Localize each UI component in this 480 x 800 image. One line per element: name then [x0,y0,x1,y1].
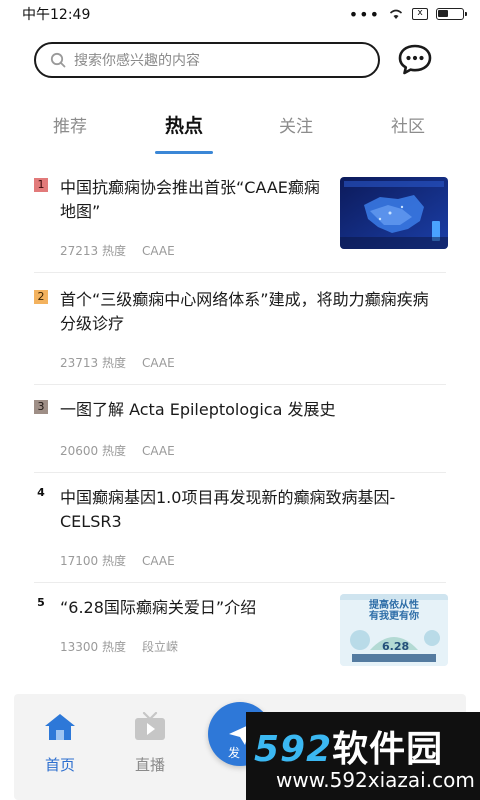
list-divider [34,384,446,385]
list-divider [34,582,446,583]
rank-badge: 1 [34,178,48,192]
feed-item[interactable]: 4 中国癫痫基因1.0项目再发现新的癫痫致病基因- CELSR3 17100 热… [0,482,480,580]
active-tab-indicator [155,151,213,154]
feed-item[interactable]: 1 中国抗癫痫协会推出首张“CAAE癫痫 地图” 27213 热度 CAAE [0,170,480,272]
watermark-brand: 592软件园 [254,729,444,770]
site-watermark: 592软件园 www.592xiazai.com [246,712,480,800]
battery-icon [436,8,467,20]
nav-home[interactable]: 首页 [30,712,90,775]
feed-item-meta: 13300 热度 段立嵘 [60,638,178,655]
feed-item-meta: 17100 热度 CAAE [60,552,175,569]
status-icons: ••• x [348,4,467,24]
source-name: CAAE [142,444,175,458]
search-row: 搜索你感兴趣的内容 [0,40,480,82]
rank-badge: 2 [34,290,48,304]
watermark-url: www.592xiazai.com [276,768,475,792]
feed-item[interactable]: 5 “6.28国际癫痫关爱日”介绍 13300 热度 段立嵘 提高依从性 有我更有… [0,592,480,672]
feed-item-meta: 27213 热度 CAAE [60,242,175,259]
heat-count: 27213 热度 [60,244,126,258]
feed-item-meta: 20600 热度 CAAE [60,442,175,459]
status-time: 中午12:49 [22,7,91,23]
category-tabs: 推荐 热点 关注 社区 [0,100,480,156]
tab-community[interactable]: 社区 [391,112,425,137]
heat-count: 20600 热度 [60,444,126,458]
source-name: 段立嵘 [142,640,179,654]
source-name: CAAE [142,554,175,568]
message-button[interactable] [396,42,434,78]
chat-bubble-icon [398,44,432,75]
feed-item-title: 中国抗癫痫协会推出首张“CAAE癫痫 地图” [60,178,320,221]
search-input[interactable]: 搜索你感兴趣的内容 [34,42,380,78]
feed-item[interactable]: 3 一图了解 Acta Epileptologica 发展史 20600 热度 C… [0,394,480,470]
source-name: CAAE [142,356,175,370]
tab-recommend[interactable]: 推荐 [53,112,87,137]
home-icon [45,714,75,740]
heat-count: 23713 热度 [60,356,126,370]
feed-item-meta: 23713 热度 CAAE [60,354,175,371]
nav-live[interactable]: 直播 [120,711,180,775]
feed-item-title: 首个“三级癫痫中心网络体系”建成，将助力癫痫疾病 分级诊疗 [60,290,429,333]
post-button-label: 发 [228,746,241,760]
nav-live-label: 直播 [134,756,165,774]
heat-count: 17100 热度 [60,554,126,568]
more-dots-icon: ••• [348,4,380,24]
feed-thumbnail-poster: 提高依从性 有我更有你 6.28 [340,594,448,666]
feed-thumbnail-map [340,177,448,249]
sim-off-icon: x [412,8,428,20]
feed-item[interactable]: 2 首个“三级癫痫中心网络体系”建成，将助力癫痫疾病 分级诊疗 23713 热度… [0,282,480,382]
tab-following[interactable]: 关注 [279,112,313,137]
search-icon [50,52,66,68]
poster-date: 6.28 [382,640,410,653]
feed-item-title: 中国癫痫基因1.0项目再发现新的癫痫致病基因- CELSR3 [60,488,396,531]
rank-badge: 3 [34,400,48,414]
feed-item-title: 一图了解 Acta Epileptologica 发展史 [60,400,336,419]
feed-item-title: “6.28国际癫痫关爱日”介绍 [60,598,257,617]
heat-count: 13300 热度 [60,640,126,654]
list-divider [34,472,446,473]
tab-hot[interactable]: 热点 [165,111,203,138]
search-placeholder: 搜索你感兴趣的内容 [74,53,200,69]
wifi-icon [389,9,403,19]
rank-badge: 5 [37,596,45,609]
poster-headline: 提高依从性 有我更有你 [369,600,419,622]
nav-home-label: 首页 [44,756,75,774]
source-name: CAAE [142,244,175,258]
tv-icon [135,711,165,740]
rank-badge: 4 [37,486,45,499]
status-bar: 中午12:49 ••• x [0,0,480,28]
list-divider [34,272,446,273]
